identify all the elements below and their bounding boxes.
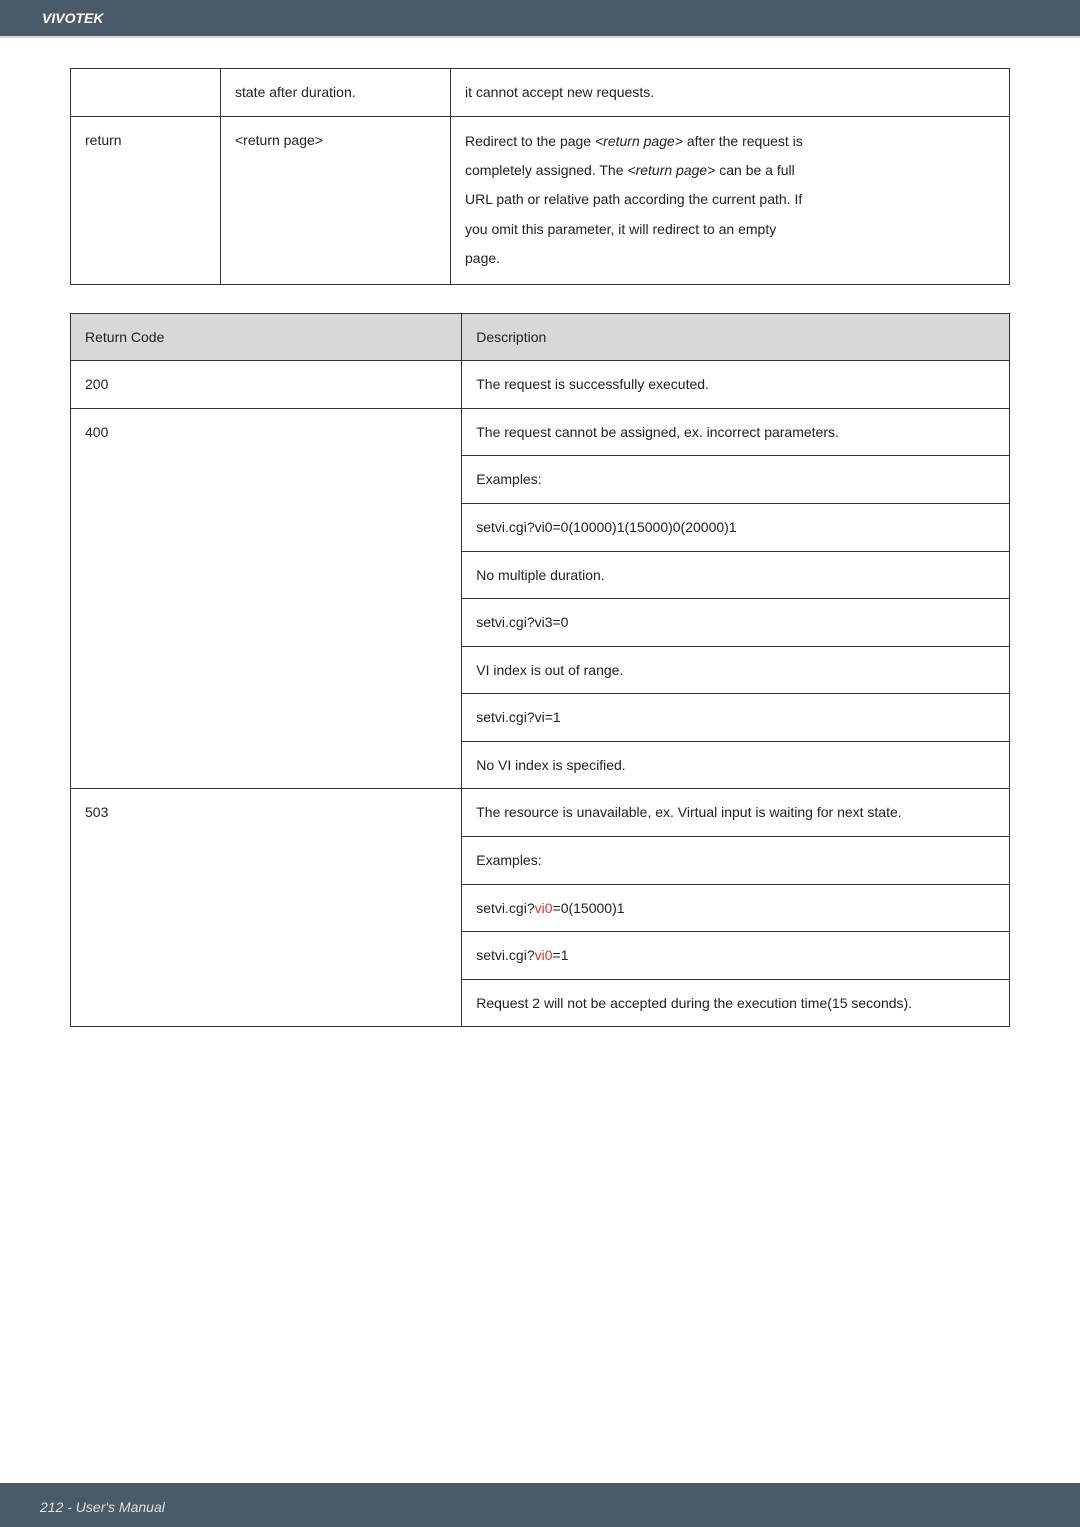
desc-line: you omit this parameter, it will redirec… [465, 215, 995, 244]
brand-text: VIVOTEK [42, 10, 103, 26]
desc-line: URL path or relative path according the … [465, 185, 995, 214]
brand-header: VIVOTEK [0, 0, 1080, 36]
cell-description: The request is successfully executed. [462, 361, 1010, 409]
cell-description: No multiple duration. [462, 551, 1010, 599]
text-span: Examples: [476, 852, 541, 868]
cell-return-code: 503 [71, 789, 462, 1027]
italic-span: <return page> [627, 162, 715, 178]
cell-description: The request cannot be assigned, ex. inco… [462, 408, 1010, 456]
cell-param-desc: it cannot accept new requests. [451, 69, 1010, 117]
table-row: state after duration. it cannot accept n… [71, 69, 1010, 117]
table-row: 200The request is successfully executed. [71, 361, 1010, 409]
text-span: The resource is unavailable, ex. Virtual… [476, 804, 901, 820]
page-number-label: 212 - User's Manual [40, 1499, 165, 1515]
table-row: return <return page> Redirect to the pag… [71, 116, 1010, 284]
text-span: =1 [553, 947, 569, 963]
text-span: setvi.cgi? [476, 947, 534, 963]
cell-description: setvi.cgi?vi0=0(10000)1(15000)0(20000)1 [462, 503, 1010, 551]
cell-return-code: 400 [71, 408, 462, 789]
return-code-table: Return Code Description 200The request i… [70, 313, 1010, 1028]
page-container: VIVOTEK state after duration. it cannot … [0, 0, 1080, 1527]
header-return-code: Return Code [71, 313, 462, 361]
desc-line: Redirect to the page <return page> after… [465, 127, 995, 156]
text-span: =0(15000)1 [553, 900, 625, 916]
italic-span: <return page> [595, 133, 683, 149]
desc-line: page. [465, 244, 995, 273]
cell-description: VI index is out of range. [462, 646, 1010, 694]
cell-param-value: <return page> [221, 116, 451, 284]
cell-return-code: 200 [71, 361, 462, 409]
table-row: 503The resource is unavailable, ex. Virt… [71, 789, 1010, 837]
cell-description: No VI index is specified. [462, 741, 1010, 789]
desc-line: completely assigned. The <return page> c… [465, 156, 995, 185]
cell-param-name [71, 69, 221, 117]
cell-description: setvi.cgi?vi0=0(15000)1 [462, 884, 1010, 932]
content-area: state after duration. it cannot accept n… [0, 38, 1080, 1027]
cell-param-name: return [71, 116, 221, 284]
cell-description: setvi.cgi?vi=1 [462, 694, 1010, 742]
table-row: 400The request cannot be assigned, ex. i… [71, 408, 1010, 456]
cell-description: Examples: [462, 837, 1010, 885]
highlight-span: vi0 [535, 900, 553, 916]
highlight-span: vi0 [535, 947, 553, 963]
cell-description: Request 2 will not be accepted during th… [462, 979, 1010, 1027]
cell-description: setvi.cgi?vi0=1 [462, 932, 1010, 980]
cell-param-desc: Redirect to the page <return page> after… [451, 116, 1010, 284]
cell-description: Examples: [462, 456, 1010, 504]
text-span: Request 2 will not be accepted during th… [476, 995, 912, 1011]
cell-param-value: state after duration. [221, 69, 451, 117]
text-span: setvi.cgi? [476, 900, 534, 916]
cell-description: setvi.cgi?vi3=0 [462, 599, 1010, 647]
header-description: Description [462, 313, 1010, 361]
table-header-row: Return Code Description [71, 313, 1010, 361]
cell-description: The resource is unavailable, ex. Virtual… [462, 789, 1010, 837]
params-table: state after duration. it cannot accept n… [70, 68, 1010, 285]
